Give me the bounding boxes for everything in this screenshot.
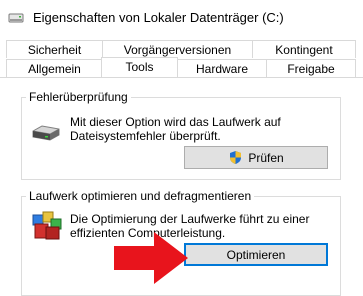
- hard-drive-icon: [32, 125, 60, 141]
- error-check-description-line1: Mit dieser Option wird das Laufwerk auf: [70, 115, 281, 129]
- tab-hardware[interactable]: Hardware: [177, 59, 267, 77]
- tab-sicherheit[interactable]: Sicherheit: [6, 40, 103, 58]
- tab-kontingent[interactable]: Kontingent: [252, 40, 356, 58]
- uac-shield-icon: [230, 151, 242, 164]
- optimize-description-line1: Die Optimierung der Laufwerke führt zu e…: [70, 212, 310, 226]
- optimize-button-label: Optimieren: [226, 247, 286, 262]
- check-button-label: Prüfen: [248, 150, 284, 165]
- drive-icon: [8, 13, 24, 23]
- tab-allgemein[interactable]: Allgemein: [6, 59, 103, 77]
- error-check-description-line2: Dateisystemfehler überprüft.: [70, 129, 221, 143]
- tab-freigabe[interactable]: Freigabe: [266, 59, 356, 77]
- title-bar: Eigenschaften von Lokaler Datenträger (C…: [0, 0, 363, 36]
- tab-vorgaengerversionen[interactable]: Vorgängerversionen: [102, 40, 253, 58]
- optimize-title: Laufwerk optimieren und defragmentieren: [26, 189, 255, 203]
- error-check-title: Fehlerüberprüfung: [26, 90, 131, 104]
- tab-tools[interactable]: Tools: [101, 57, 178, 77]
- check-button[interactable]: Prüfen: [184, 146, 328, 169]
- window-title: Eigenschaften von Lokaler Datenträger (C…: [33, 10, 284, 25]
- red-arrow-annotation: [114, 232, 188, 284]
- optimize-button[interactable]: Optimieren: [184, 243, 328, 266]
- defrag-icon: [32, 211, 62, 240]
